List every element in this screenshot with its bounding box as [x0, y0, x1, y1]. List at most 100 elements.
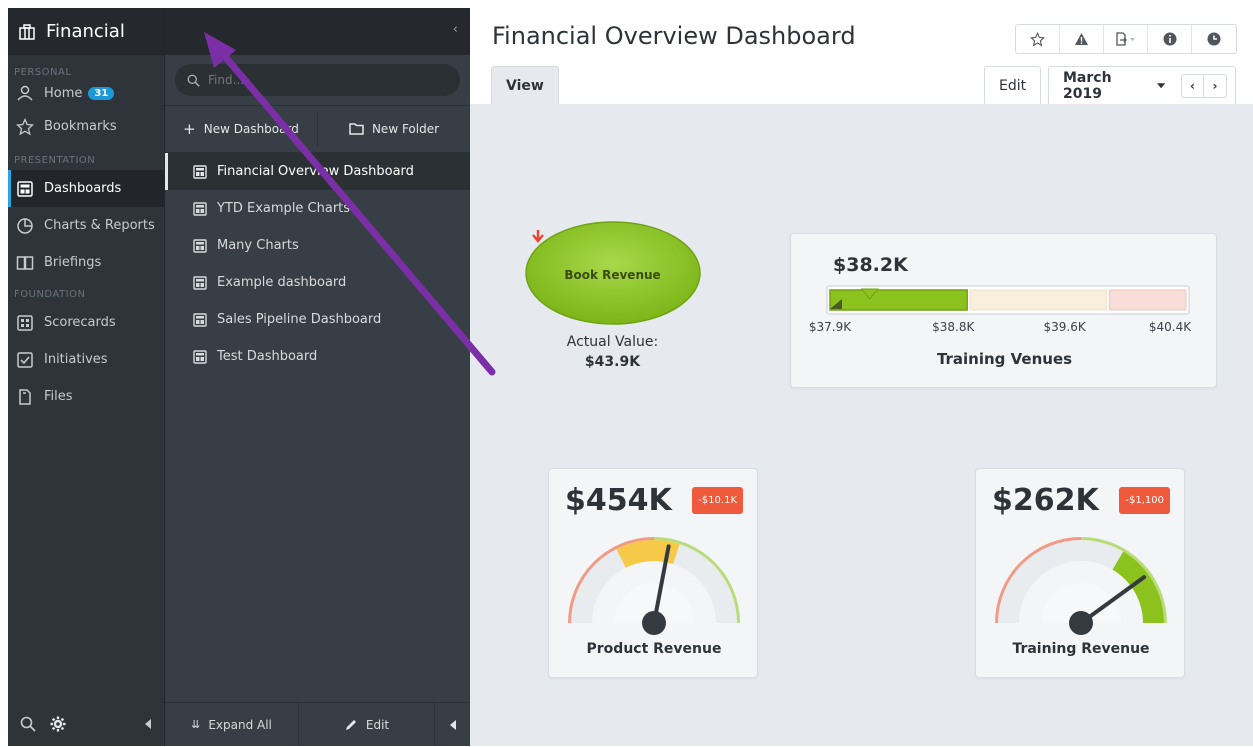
collapse-panel-button[interactable]	[435, 703, 471, 746]
dashboard-item-ytd-example-charts[interactable]: YTD Example Charts	[165, 190, 470, 227]
folder-icon	[349, 123, 364, 135]
dashboard-icon	[193, 164, 207, 179]
section-presentation: PRESENTATION	[14, 155, 96, 166]
search-input[interactable]	[208, 73, 438, 87]
dashboard-item-label: Sales Pipeline Dashboard	[217, 312, 382, 327]
search-field[interactable]	[175, 64, 460, 96]
scorecard-icon	[17, 314, 33, 331]
nav-item-dashboards[interactable]: Dashboards	[8, 170, 164, 207]
gauge-needle-hub	[1069, 611, 1093, 635]
nav-footer	[8, 702, 164, 746]
tab-label: View	[506, 77, 544, 94]
panel-header: ‹	[165, 8, 470, 55]
warning-icon	[1075, 33, 1088, 45]
file-icon	[19, 388, 31, 405]
delta-badge: -$1,100	[1119, 487, 1170, 514]
nav-item-charts-reports[interactable]: Charts & Reports	[8, 207, 164, 244]
dashboard-item-financial-overview[interactable]: Financial Overview Dashboard	[165, 153, 470, 190]
nav-item-briefings[interactable]: Briefings	[8, 244, 164, 281]
main-navigation: Financial PERSONAL Home 31 Bookmarks PRE…	[8, 8, 164, 746]
dashboard-item-test-dashboard[interactable]: Test Dashboard	[165, 338, 470, 375]
nav-item-files[interactable]: Files	[8, 378, 164, 415]
book-icon	[16, 255, 34, 270]
share-button[interactable]	[1104, 25, 1148, 53]
book-revenue-label: Book Revenue	[564, 268, 661, 282]
dashboard-icon	[17, 180, 33, 197]
product-revenue-gauge	[568, 537, 740, 635]
chevron-left-icon[interactable]: ‹	[453, 22, 458, 37]
arrow-down-icon	[532, 230, 544, 243]
expand-all-button[interactable]: ⇊ Expand All	[165, 703, 299, 746]
star-icon	[16, 117, 34, 135]
history-button[interactable]	[1192, 25, 1236, 53]
dashboard-icon	[193, 275, 207, 290]
toolbar	[1015, 24, 1237, 54]
search-icon[interactable]	[20, 716, 36, 732]
app-title: Financial	[46, 21, 125, 42]
nav-item-initiatives[interactable]: Initiatives	[8, 341, 164, 378]
bullet-range-2	[1108, 289, 1187, 311]
gear-icon[interactable]	[50, 716, 66, 732]
tab-edit[interactable]: Edit	[984, 66, 1042, 104]
collapse-nav-icon[interactable]	[144, 719, 152, 729]
new-folder-button[interactable]: New Folder	[318, 106, 470, 152]
search-container	[165, 55, 470, 105]
user-icon	[17, 85, 33, 101]
section-personal: PERSONAL	[14, 67, 72, 78]
notification-badge: 31	[88, 86, 115, 100]
dashboard-icon	[193, 312, 207, 327]
period-pager: ‹ ›	[1181, 73, 1227, 98]
dashboard-item-sales-pipeline[interactable]: Sales Pipeline Dashboard	[165, 301, 470, 338]
nav-item-label: Dashboards	[44, 181, 122, 196]
caret-left-icon	[450, 719, 456, 730]
bullet-bar	[829, 289, 968, 311]
bullet-tick-label: $39.6K	[1043, 320, 1086, 334]
previous-period-button[interactable]: ‹	[1182, 74, 1204, 97]
main-header: Financial Overview Dashboard View Edit M…	[470, 8, 1253, 104]
dashboard-item-example-dashboard[interactable]: Example dashboard	[165, 264, 470, 301]
edit-label: Edit	[365, 717, 390, 732]
plus-icon: +	[183, 120, 196, 138]
tab-label: Edit	[999, 77, 1027, 94]
next-period-button[interactable]: ›	[1204, 75, 1226, 97]
expand-icon: ⇊	[191, 718, 201, 731]
bullet-title: Training Venues	[936, 350, 1073, 368]
training-revenue-widget[interactable]: $262K -$1,100 Training Revenue	[975, 468, 1185, 678]
nav-item-label: Home	[44, 85, 83, 101]
nav-item-scorecards[interactable]: Scorecards	[8, 304, 164, 341]
app-header[interactable]: Financial	[8, 8, 164, 55]
training-revenue-gauge	[995, 537, 1167, 635]
period-selector[interactable]: March 2019 ‹ ›	[1048, 66, 1236, 104]
nav-item-label: Charts & Reports	[44, 218, 155, 233]
panel-footer: ⇊ Expand All Edit	[165, 702, 471, 746]
dashboards-panel: ‹ + New Dashboard New Folder Financial O…	[164, 8, 471, 746]
page-title: Financial Overview Dashboard	[492, 22, 856, 50]
edit-button[interactable]: Edit	[299, 703, 435, 746]
nav-item-bookmarks[interactable]: Bookmarks	[8, 108, 164, 145]
dashboard-item-many-charts[interactable]: Many Charts	[165, 227, 470, 264]
caret-down-icon	[1156, 82, 1165, 88]
dashboard-item-label: Test Dashboard	[217, 349, 318, 364]
period-label: March 2019	[1063, 69, 1112, 102]
tab-view[interactable]: View	[491, 66, 559, 104]
expand-all-label: Expand All	[208, 717, 272, 732]
info-button[interactable]	[1148, 25, 1192, 53]
product-revenue-widget[interactable]: $454K -$10.1K Product Revenue	[548, 468, 758, 678]
bullet-tick-label: $37.9K	[808, 320, 852, 334]
training-venues-widget[interactable]: $38.2K $37.9K $38.8K $39.6K $40.4K Training…	[790, 233, 1217, 388]
bookmark-button[interactable]	[1016, 25, 1060, 53]
actual-value: $43.9K	[584, 354, 641, 370]
nav-item-label: Bookmarks	[44, 119, 117, 134]
search-icon	[187, 74, 200, 87]
info-icon	[1163, 32, 1176, 46]
new-dashboard-button[interactable]: + New Dashboard	[165, 106, 317, 152]
alert-button[interactable]	[1060, 25, 1104, 53]
nav-item-label: Files	[44, 389, 73, 404]
nav-item-home[interactable]: Home 31	[8, 78, 164, 108]
section-foundation: FOUNDATION	[14, 289, 86, 300]
dashboard-icon	[193, 238, 207, 253]
bullet-tick-label: $38.8K	[932, 320, 975, 334]
actual-value-label: Actual Value:	[566, 334, 659, 350]
new-folder-label: New Folder	[371, 122, 440, 136]
delta-badge: -$10.1K	[692, 487, 743, 514]
